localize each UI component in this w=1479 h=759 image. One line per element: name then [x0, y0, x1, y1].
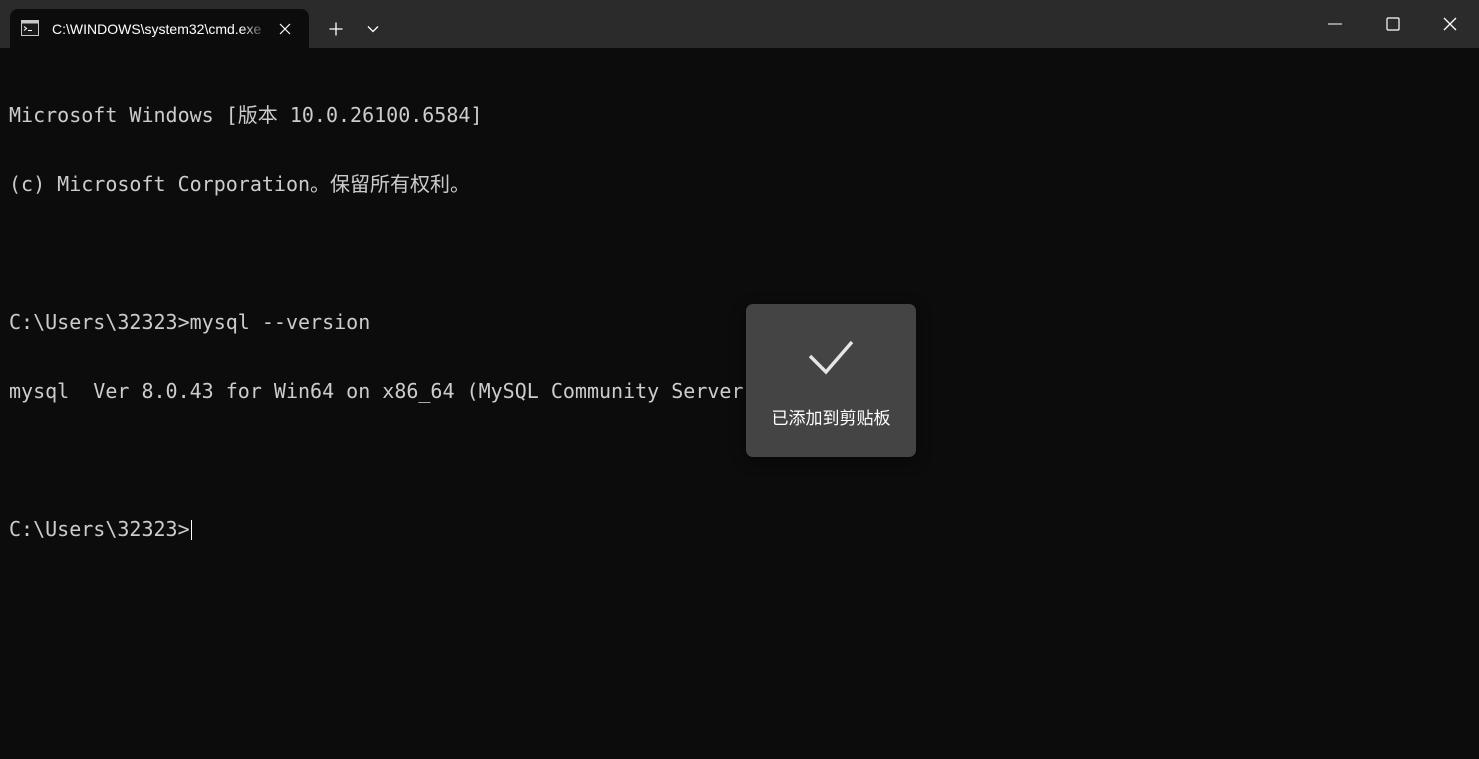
plus-icon [329, 22, 343, 36]
terminal-line: C:\Users\32323>mysql --version [9, 310, 371, 334]
tab-cmd[interactable]: C:\WINDOWS\system32\cmd.exe [10, 9, 309, 48]
maximize-button[interactable] [1364, 0, 1422, 48]
minimize-button[interactable] [1306, 0, 1364, 48]
maximize-icon [1386, 17, 1400, 31]
tab-close-button[interactable] [274, 18, 296, 40]
terminal-output[interactable]: Microsoft Windows [版本 10.0.26100.6584] (… [9, 58, 1469, 748]
chevron-down-icon [367, 26, 379, 33]
prompt-line[interactable]: C:\Users\32323> [9, 518, 1469, 541]
close-icon [1443, 17, 1457, 31]
text-cursor [190, 520, 192, 540]
clipboard-toast: 已添加到剪贴板 [746, 304, 916, 457]
tab-title: C:\WINDOWS\system32\cmd.exe [52, 21, 262, 37]
close-icon [279, 23, 291, 35]
title-bar[interactable]: C:\WINDOWS\system32\cmd.exe [0, 0, 1479, 48]
cmd-prompt-icon [21, 20, 39, 36]
checkmark-icon [804, 332, 858, 382]
close-window-button[interactable] [1421, 0, 1479, 48]
terminal-line: mysql Ver 8.0.43 for Win64 on x86_64 (My… [9, 379, 828, 403]
minimize-icon [1328, 23, 1342, 25]
terminal-line: Microsoft Windows [版本 10.0.26100.6584] [9, 103, 483, 127]
toast-message: 已添加到剪贴板 [771, 409, 891, 429]
terminal-line: (c) Microsoft Corporation。保留所有权利。 [9, 172, 471, 196]
prompt-text: C:\Users\32323> [9, 517, 190, 541]
new-tab-button[interactable] [320, 14, 352, 44]
terminal-window: C:\WINDOWS\system32\cmd.exe Microsoft Wi… [0, 0, 1479, 759]
tab-dropdown-button[interactable] [358, 14, 388, 44]
